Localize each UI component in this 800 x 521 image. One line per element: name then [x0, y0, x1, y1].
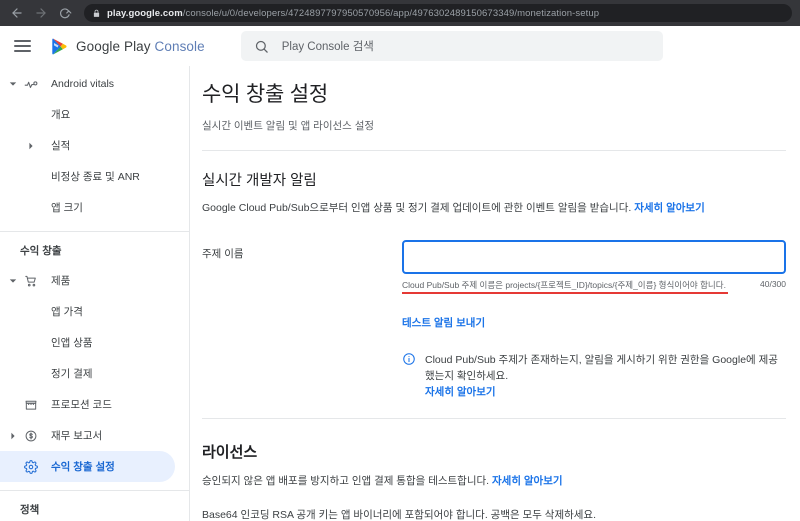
sidebar-item-label: 비정상 종료 및 ANR [51, 171, 140, 183]
forward-icon[interactable] [32, 4, 50, 22]
sidebar-item-label: 프로모션 코드 [51, 399, 112, 411]
reload-icon[interactable] [56, 4, 74, 22]
search-input[interactable]: Play Console 검색 [240, 31, 663, 61]
sidebar-divider [0, 490, 189, 491]
app-header: Google Play Console Play Console 검색 [0, 26, 800, 66]
sidebar-item-financial-reports[interactable]: 재무 보고서 [0, 420, 175, 451]
sidebar-item-label: 수익 창출 설정 [51, 461, 115, 473]
sidebar-item-app-size[interactable]: 앱 크기 [0, 192, 175, 223]
sidebar-item-label: 제품 [51, 275, 71, 287]
license-description-text: 승인되지 않은 앱 배포를 방지하고 인앱 결제 통합을 테스트합니다. [202, 475, 492, 487]
sidebar: Android vitals 개요 실적 비정상 종료 및 ANR 앱 크기 수… [0, 66, 190, 521]
chevron-down-icon[interactable] [6, 277, 20, 285]
pubsub-info-text: Cloud Pub/Sub 주제가 존재하는지, 알림을 게시하기 위한 권한을… [425, 352, 786, 400]
brand-primary: Google Play [76, 38, 155, 54]
sidebar-item-crashes-anr[interactable]: 비정상 종료 및 ANR [0, 161, 175, 192]
hamburger-menu-icon[interactable] [14, 34, 38, 58]
pubsub-info-box: Cloud Pub/Sub 주제가 존재하는지, 알림을 게시하기 위한 권한을… [402, 352, 786, 400]
brand-logo-group[interactable]: Google Play Console [50, 37, 205, 56]
url-text: play.google.com/console/u/0/developers/4… [107, 8, 599, 19]
page-subtitle: 실시간 이벤트 알림 및 앱 라이선스 설정 [202, 120, 375, 132]
send-test-notification-row: 테스트 알림 보내기 [402, 315, 786, 330]
topic-name-label: 주제 이름 [202, 248, 244, 260]
page-title: 수익 창출 설정 [202, 83, 328, 106]
pubsub-info-learn-more-link[interactable]: 자세히 알아보기 [425, 386, 496, 398]
cart-icon [20, 274, 42, 288]
url-path: /console/u/0/developers/4724897797950570… [182, 7, 600, 19]
sidebar-item-promo-codes[interactable]: 프로모션 코드 [0, 389, 175, 420]
sidebar-item-performance[interactable]: 실적 [0, 130, 175, 161]
sidebar-item-in-app-products[interactable]: 인앱 상품 [0, 327, 175, 358]
license-note: Base64 인코딩 RSA 공개 키는 앱 바이너리에 포함되어야 합니다. … [202, 509, 597, 521]
sidebar-section-monetize: 수익 창출 [20, 245, 62, 257]
chevron-down-icon[interactable] [6, 80, 20, 88]
main-content: 수익 창출 설정 실시간 이벤트 알림 및 앱 라이선스 설정 실시간 개발자 … [190, 66, 800, 521]
sidebar-item-label: 앱 가격 [51, 306, 83, 318]
sidebar-item-label: 앱 크기 [51, 202, 83, 214]
pubsub-info-message: Cloud Pub/Sub 주제가 존재하는지, 알림을 게시하기 위한 권한을… [425, 354, 778, 382]
send-test-notification-link[interactable]: 테스트 알림 보내기 [402, 317, 485, 329]
license-description: 승인되지 않은 앱 배포를 방지하고 인앱 결제 통합을 테스트합니다. 자세히… [202, 473, 786, 488]
search-icon [254, 39, 269, 54]
store-icon [20, 398, 42, 412]
license-section-title: 라이선스 [202, 444, 258, 461]
rtdn-learn-more-link[interactable]: 자세히 알아보기 [634, 202, 705, 214]
chevron-right-icon[interactable] [6, 432, 20, 440]
license-learn-more-link[interactable]: 자세히 알아보기 [492, 475, 563, 487]
vitals-icon [20, 77, 42, 91]
app-body: Android vitals 개요 실적 비정상 종료 및 ANR 앱 크기 수… [0, 66, 800, 521]
sidebar-item-app-pricing[interactable]: 앱 가격 [0, 296, 175, 327]
sidebar-item-label: 개요 [51, 109, 71, 121]
topic-name-field-row: 주제 이름 Cloud Pub/Sub 주제 이름은 projects/{프로젝… [202, 240, 786, 400]
topic-name-input[interactable] [402, 240, 786, 274]
topic-name-helper-row: Cloud Pub/Sub 주제 이름은 projects/{프로젝트_ID}/… [402, 279, 786, 294]
rtdn-description-text: Google Cloud Pub/Sub으로부터 인앱 상품 및 정기 결제 업… [202, 202, 635, 214]
sidebar-section-policy: 정책 [20, 504, 40, 516]
sidebar-item-subscriptions[interactable]: 정기 결제 [0, 358, 175, 389]
lock-icon [92, 9, 101, 18]
sidebar-item-overview[interactable]: 개요 [0, 99, 175, 130]
url-domain: play.google.com [107, 7, 183, 19]
sidebar-item-label: 실적 [51, 140, 71, 152]
sidebar-divider [0, 231, 189, 232]
rtdn-section-description: Google Cloud Pub/Sub으로부터 인앱 상품 및 정기 결제 업… [202, 201, 786, 216]
topic-name-helper-text: Cloud Pub/Sub 주제 이름은 projects/{프로젝트_ID}/… [402, 279, 728, 294]
sidebar-item-label: 재무 보고서 [51, 430, 103, 442]
info-circle-icon [402, 352, 416, 366]
address-bar[interactable]: play.google.com/console/u/0/developers/4… [84, 4, 792, 22]
sidebar-item-products[interactable]: 제품 [0, 265, 175, 296]
character-counter: 40/300 [760, 279, 786, 289]
play-console-logo-icon [52, 38, 67, 54]
dollar-icon [20, 429, 42, 443]
brand-secondary: Console [154, 38, 205, 54]
sidebar-item-android-vitals[interactable]: Android vitals [0, 68, 175, 99]
sidebar-item-monetization-setup[interactable]: 수익 창출 설정 [0, 451, 175, 482]
back-icon[interactable] [8, 4, 26, 22]
search-placeholder: Play Console 검색 [281, 41, 374, 53]
license-divider [202, 418, 786, 419]
sidebar-item-label: Android vitals [51, 77, 115, 90]
rtdn-section-title: 실시간 개발자 알림 [202, 173, 317, 189]
section-divider [202, 150, 786, 151]
sidebar-item-label: 인앱 상품 [51, 337, 93, 349]
gear-icon [20, 459, 42, 474]
sidebar-item-label: 정기 결제 [51, 368, 93, 380]
brand-title: Google Play Console [76, 39, 205, 54]
chevron-right-icon[interactable] [20, 142, 42, 150]
browser-toolbar: play.google.com/console/u/0/developers/4… [0, 0, 800, 26]
